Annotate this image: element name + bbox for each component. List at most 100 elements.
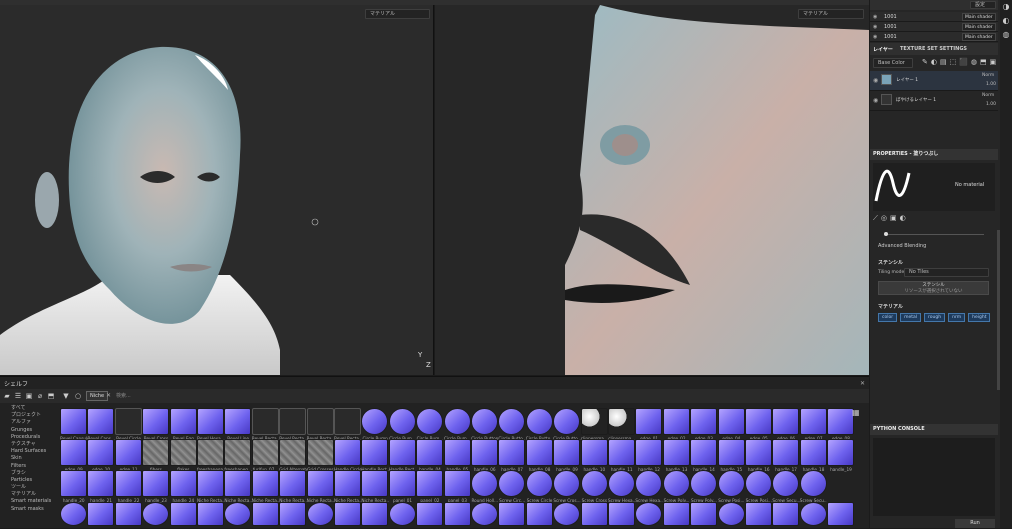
asset-tile[interactable]: Niche Recta... (334, 470, 362, 504)
asset-tile[interactable] (334, 502, 362, 526)
asset-tile[interactable]: Niche Recta... (361, 470, 389, 504)
eye-icon[interactable]: ◉ (873, 97, 878, 104)
asset-tile[interactable]: Screw Cros... (553, 470, 581, 504)
asset-tile[interactable]: Circle Butto... (525, 408, 553, 442)
eye-icon[interactable]: ◉ (873, 22, 877, 32)
tab-layers[interactable]: レイヤー (873, 46, 893, 53)
category-item[interactable]: Skin (0, 455, 58, 462)
asset-tile[interactable]: Bevel Recta... (306, 408, 334, 442)
asset-tile[interactable]: Screw Cross (580, 470, 609, 504)
asset-tile[interactable]: Bevel Egg (169, 408, 198, 442)
search-tag[interactable]: Niche (86, 391, 109, 401)
asset-tile[interactable] (251, 502, 280, 526)
property-tab-icons[interactable]: ⟋◎▣◐ (873, 214, 909, 223)
asset-tile[interactable]: edge_06 (772, 408, 800, 442)
asset-tile[interactable]: panel_03 (443, 470, 472, 504)
tag-close-icon[interactable]: ✕ (106, 392, 111, 399)
blend-slider[interactable] (884, 234, 984, 235)
python-console-output[interactable] (873, 438, 995, 516)
asset-tile[interactable]: Bevel Recta... (334, 408, 362, 442)
asset-tile[interactable]: handle_11 (608, 439, 636, 473)
category-item[interactable]: テクスチャ (0, 441, 58, 448)
slider-handle[interactable] (884, 232, 888, 236)
asset-tile[interactable]: edge_03 (690, 408, 718, 442)
asset-tile[interactable]: handle_15 (717, 439, 746, 473)
asset-tile[interactable]: Niche Recta... (279, 470, 307, 504)
material-channel-toggle[interactable]: rough (924, 313, 946, 322)
asset-tile[interactable]: handle_07 (498, 439, 526, 473)
asset-tile[interactable]: Circle Butto... (498, 408, 526, 442)
asset-tile[interactable]: Bevel Recta... (251, 408, 279, 442)
asset-tile[interactable]: handle_14 (690, 439, 718, 473)
asset-tile[interactable] (471, 502, 499, 526)
material-channel-toggle[interactable]: color (878, 313, 898, 322)
run-button[interactable]: Run (955, 519, 995, 528)
asset-tile[interactable]: handle_24 (169, 470, 198, 504)
asset-tile[interactable]: Niche Recta... (197, 470, 225, 504)
asset-tile[interactable] (388, 502, 417, 526)
asset-tile[interactable]: Circle Butto... (553, 408, 581, 442)
asset-tile[interactable] (87, 502, 115, 526)
category-item[interactable]: Hard Surfaces (0, 448, 58, 455)
advanced-blending-label[interactable]: Advanced Blending (878, 243, 926, 249)
import-icon[interactable]: ▣ (25, 392, 33, 400)
asset-tile[interactable]: Handle Circle (334, 439, 362, 473)
asset-tile[interactable] (827, 502, 855, 526)
eye-icon[interactable]: ◉ (873, 12, 877, 22)
asset-tile[interactable]: Round Holl... (471, 470, 499, 504)
asset-tile[interactable] (745, 502, 773, 526)
asset-tile[interactable]: handle_17 (772, 439, 800, 473)
asset-tile[interactable] (799, 502, 828, 526)
asset-tile[interactable] (553, 502, 581, 526)
asset-tile[interactable] (197, 502, 225, 526)
asset-tile[interactable]: handle_18 (799, 439, 828, 473)
asset-tile[interactable]: edge_01 (635, 408, 663, 442)
asset-tile[interactable]: Bevel Hexa... (197, 408, 225, 442)
list-icon[interactable]: ☰ (14, 392, 22, 400)
asset-tile[interactable]: Screw Hexa... (608, 470, 636, 504)
category-item[interactable]: ブラシ (0, 470, 58, 477)
asset-tile[interactable]: Screw Circle (525, 470, 554, 504)
layer-row[interactable]: ◉ レイヤー 1 Norm 1.00 (870, 71, 998, 91)
asset-tile[interactable]: fur/fun_07... (251, 439, 280, 473)
asset-tile[interactable]: Circle Button (471, 408, 499, 442)
asset-tile[interactable]: handle_23 (142, 470, 170, 504)
asset-tile[interactable]: edge_02 (662, 408, 691, 442)
asset-tile[interactable] (498, 502, 526, 526)
asset-tile[interactable]: Grid Crosses (306, 439, 335, 473)
texture-set-row[interactable]: ◉ 1001 Main shader (870, 22, 998, 32)
shader-select[interactable]: Main shader (962, 23, 996, 31)
stencil-button[interactable]: ステンシル リソースが選択されていない (878, 281, 989, 295)
asset-tile[interactable]: handle_16 (745, 439, 773, 473)
asset-tile[interactable]: handle_06 (471, 439, 499, 473)
material-channel-toggle[interactable]: metal (900, 313, 922, 322)
asset-tile[interactable]: panel_02 (416, 470, 444, 504)
category-item[interactable]: Smart masks (0, 506, 58, 513)
viewport-3d[interactable]: マテリアル Y Z (0, 5, 434, 375)
asset-tile[interactable]: clippersma... (608, 408, 636, 442)
shader-select[interactable]: Main shader (962, 33, 996, 41)
asset-tile[interactable]: Screw Circ... (498, 470, 526, 504)
channel-select[interactable]: Base Color (873, 58, 913, 68)
asset-tile[interactable]: edge_11 (114, 439, 143, 473)
asset-tile[interactable]: Bevel Caps... (87, 408, 115, 442)
category-item[interactable]: プロジェクト (0, 412, 58, 419)
asset-tile[interactable] (60, 502, 88, 526)
asset-tile[interactable]: handle_08 (525, 439, 554, 473)
texture-set-row[interactable]: ◉ 1001 Main shader (870, 12, 998, 22)
asset-tile[interactable]: Screw Posi... (745, 470, 773, 504)
layer-tool-icons[interactable]: ✎◐▤⬚⬛◍⬒▣🗑 (922, 58, 1011, 66)
asset-tile[interactable]: handle_05 (443, 439, 472, 473)
asset-tile[interactable] (608, 502, 636, 526)
asset-tile[interactable]: panel_01 (388, 470, 417, 504)
asset-tile[interactable]: flakes (169, 439, 198, 473)
category-item[interactable]: Smart materials (0, 498, 58, 505)
asset-tile[interactable]: freeshapega... (197, 439, 225, 473)
search-icon[interactable]: ○ (74, 392, 82, 400)
asset-tile[interactable]: edge_05 (745, 408, 773, 442)
blend-mode-select[interactable]: Norm (982, 73, 994, 78)
eye-icon[interactable]: ◉ (873, 32, 877, 42)
asset-tile[interactable] (169, 502, 198, 526)
asset-tile[interactable]: handle_19 (827, 439, 855, 473)
material-channel-toggle[interactable]: height (968, 313, 991, 322)
